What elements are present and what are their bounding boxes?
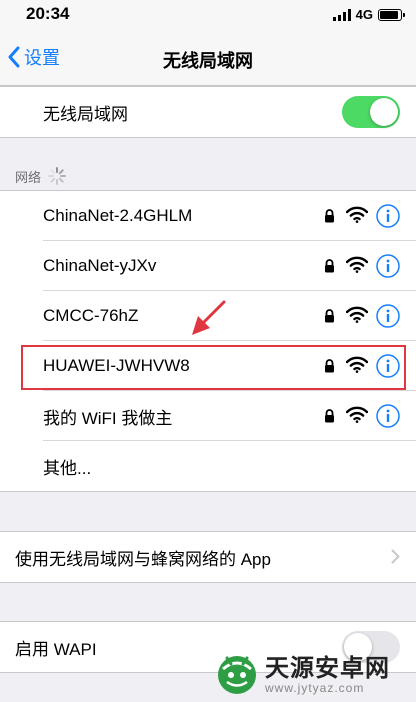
chevron-right-icon <box>391 549 400 564</box>
apps-row-label: 使用无线局域网与蜂窝网络的 App <box>15 549 271 569</box>
loading-spinner-icon <box>48 167 67 185</box>
network-row[interactable]: 我的 WiFI 我做主 <box>0 391 416 441</box>
lock-icon <box>324 409 335 428</box>
other-network-row[interactable]: 其他... <box>0 441 416 491</box>
apps-row[interactable]: 使用无线局域网与蜂窝网络的 App <box>0 532 416 582</box>
watermark-url: www.jytyaz.com <box>265 681 365 695</box>
watermark: 天源安卓网 www.jytyaz.com <box>213 648 390 695</box>
battery-icon <box>378 8 405 21</box>
network-name: HUAWEI-JWHVW8 <box>43 356 190 375</box>
watermark-logo-icon <box>218 655 256 694</box>
section-header-label: 网络 <box>15 169 42 185</box>
annotation-arrow-icon <box>192 300 226 335</box>
page-title: 无线局域网 <box>163 51 253 71</box>
wifi-signal-icon <box>345 206 369 228</box>
battery-level <box>380 10 398 19</box>
navigation-bar: 设置 无线局域网 <box>0 28 416 86</box>
network-name: ChinaNet-2.4GHLM <box>43 206 193 225</box>
wifi-toggle-switch[interactable] <box>342 96 400 128</box>
wifi-toggle-label: 无线局域网 <box>43 104 128 124</box>
lock-icon <box>324 259 335 278</box>
wifi-signal-icon <box>345 306 369 328</box>
info-icon[interactable] <box>376 304 400 333</box>
info-icon[interactable] <box>376 354 400 383</box>
status-bar: 20:34 4G <box>0 0 416 28</box>
info-icon[interactable] <box>376 254 400 283</box>
networks-list: ChinaNet-2.4GHLM ChinaNet-yJXv CMCC-76hZ HU… <box>0 190 416 492</box>
wifi-signal-icon <box>345 256 369 278</box>
apps-group: 使用无线局域网与蜂窝网络的 App <box>0 531 416 583</box>
wifi-signal-icon <box>345 356 369 378</box>
other-network-label: 其他... <box>43 458 92 478</box>
wifi-signal-icon <box>345 406 369 428</box>
network-type: 4G <box>355 7 373 22</box>
info-icon[interactable] <box>376 404 400 433</box>
lock-icon <box>324 309 335 328</box>
network-name: CMCC-76hZ <box>43 306 139 325</box>
network-row[interactable]: ChinaNet-2.4GHLM <box>0 191 416 241</box>
toggle-knob <box>370 98 398 126</box>
wapi-label: 启用 WAPI <box>15 639 97 659</box>
network-name: 我的 WiFI 我做主 <box>43 408 173 428</box>
network-row[interactable]: HUAWEI-JWHVW8 <box>0 341 416 391</box>
status-time: 20:34 <box>26 4 70 23</box>
status-indicators: 4G <box>332 7 405 22</box>
watermark-title: 天源安卓网 <box>265 655 390 682</box>
wifi-toggle-group: 无线局域网 <box>0 86 416 138</box>
network-name: ChinaNet-yJXv <box>43 256 157 275</box>
lock-icon <box>324 209 335 228</box>
network-row[interactable]: ChinaNet-yJXv <box>0 241 416 291</box>
networks-section-header: 网络 <box>15 166 67 186</box>
cellular-signal-icon <box>332 8 351 21</box>
wifi-toggle-row: 无线局域网 <box>0 87 416 137</box>
lock-icon <box>324 359 335 378</box>
info-icon[interactable] <box>376 204 400 233</box>
